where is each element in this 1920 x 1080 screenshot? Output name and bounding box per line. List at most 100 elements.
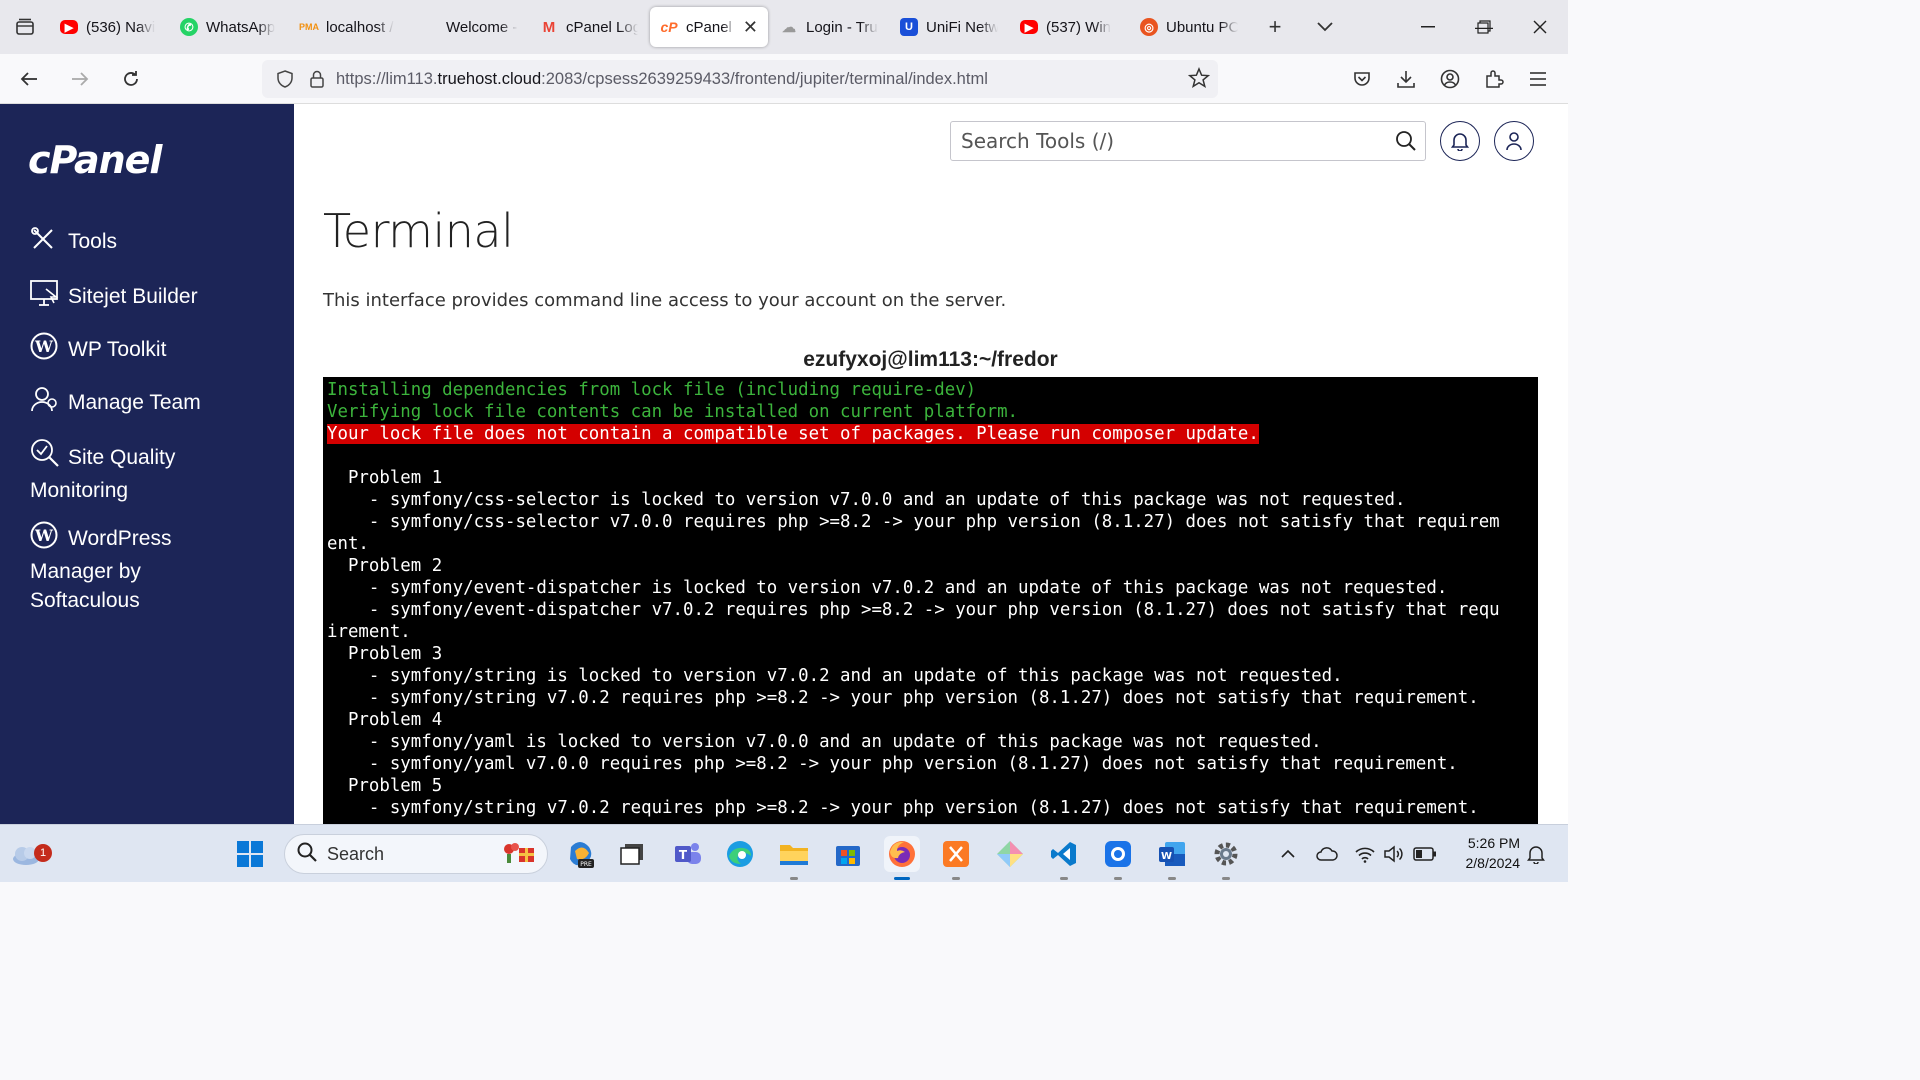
windows-start-icon[interactable] [232, 836, 268, 872]
vscode-icon[interactable] [1046, 836, 1082, 880]
cpanel-sidebar: cPanel Tools Sitejet Builder W WP Toolki… [0, 104, 294, 824]
file-explorer-icon[interactable] [776, 836, 812, 880]
svg-text:PRE: PRE [580, 861, 592, 868]
tab-unifi[interactable]: U UniFi Netw [890, 7, 1008, 47]
tab-gmail[interactable]: M cPanel Log [530, 7, 648, 47]
hamburger-menu-icon[interactable] [1516, 57, 1560, 101]
whatsapp-icon: ✆ [180, 18, 198, 36]
terminal-line: irement. [327, 621, 1534, 643]
tab-phpmyadmin[interactable]: PMA localhost / [290, 7, 408, 47]
taskbar-search-box[interactable]: Search [284, 834, 548, 874]
onedrive-cloud-icon[interactable] [1309, 836, 1345, 872]
tab-ubuntu[interactable]: ◎ Ubuntu PC [1130, 7, 1248, 47]
sidebar-item-wordpress-manager[interactable]: W WordPress Manager by Softaculous [30, 521, 280, 615]
task-view-icon[interactable] [614, 836, 650, 872]
close-window-icon[interactable] [1512, 0, 1568, 54]
terminal-line-text: Problem 4 [327, 710, 443, 730]
tab-whatsapp[interactable]: ✆ WhatsApp [170, 7, 288, 47]
sidebar-item-tools[interactable]: Tools [30, 226, 280, 260]
minimize-window-icon[interactable] [1400, 0, 1456, 54]
copilot-preview-icon[interactable]: PRE [562, 836, 598, 872]
tab-laravel[interactable]: Welcome - La [410, 7, 528, 47]
clock-time: 5:26 PM [1467, 835, 1520, 851]
main-content: Search Tools (/) Terminal This interface… [294, 104, 1568, 824]
sidebar-item-label: Tools [68, 230, 118, 253]
word-icon[interactable]: W [1154, 836, 1190, 880]
tools-icon [30, 226, 60, 260]
terminal-line-text: Installing dependencies from lock file (… [327, 380, 977, 400]
terminal-line: - symfony/css-selector v7.0.0 requires p… [327, 511, 1534, 533]
sidebar-item-site-quality-monitoring[interactable]: Site Quality Monitoring [30, 438, 280, 505]
notification-center-bell-icon[interactable] [1518, 836, 1554, 872]
forward-arrow-icon[interactable] [58, 57, 102, 101]
site-quality-icon [30, 438, 60, 476]
sidebar-item-sitejet-builder[interactable]: Sitejet Builder [30, 279, 280, 315]
reload-icon[interactable] [109, 57, 153, 101]
gmail-icon: M [542, 18, 556, 36]
ubuntu-icon: ◎ [1140, 18, 1158, 36]
firefox-icon[interactable] [884, 836, 920, 880]
tracking-protection-shield-icon[interactable] [272, 70, 298, 88]
extensions-puzzle-icon[interactable] [1472, 57, 1516, 101]
terminal-line: - symfony/css-selector is locked to vers… [327, 489, 1534, 511]
tab-overview-icon[interactable] [0, 0, 50, 54]
account-icon[interactable] [1428, 57, 1472, 101]
terminal-output[interactable]: Installing dependencies from lock file (… [323, 377, 1538, 824]
cloud-icon: ☁ [782, 18, 796, 35]
tab-youtube-1[interactable]: ▶ (536) Navi [50, 7, 168, 47]
pocket-icon[interactable] [1340, 57, 1384, 101]
list-all-tabs-chevron-icon[interactable] [1300, 0, 1350, 54]
page-description: This interface provides command line acc… [323, 290, 1007, 311]
terminal-line: - symfony/yaml is locked to version v7.0… [327, 731, 1534, 753]
terminal-line: - symfony/string is locked to version v7… [327, 665, 1534, 687]
weather-widget-icon[interactable]: 1 [8, 836, 52, 872]
terminal-line-text [327, 446, 337, 466]
terminal-line-text: Problem 2 [327, 556, 443, 576]
search-icon[interactable] [1395, 130, 1417, 157]
terminal-line-text: Problem 3 [327, 644, 443, 664]
lock-icon[interactable] [304, 70, 330, 88]
sidebar-item-manage-team[interactable]: Manage Team [30, 385, 280, 421]
sidebar-item-label-line3: Softaculous [30, 589, 140, 612]
taskbar-search-label: Search [327, 843, 385, 864]
terminal-line-text: - symfony/string v7.0.2 requires php >=8… [327, 688, 1479, 708]
notifications-bell-icon[interactable] [1440, 121, 1480, 161]
downloads-icon[interactable] [1384, 57, 1428, 101]
close-tab-icon[interactable]: ✕ [743, 17, 758, 38]
youtube-icon: ▶ [60, 20, 78, 34]
edge-browser-icon[interactable] [722, 836, 758, 872]
new-tab-plus-icon[interactable]: + [1250, 0, 1300, 54]
settings-gear-icon[interactable] [1208, 836, 1244, 880]
terminal-line: - symfony/yaml v7.0.0 requires php >=8.2… [327, 753, 1534, 775]
svg-text:T: T [679, 848, 688, 862]
tab-youtube-2[interactable]: ▶ (537) Win [1010, 7, 1128, 47]
teams-icon[interactable]: T [670, 836, 706, 872]
cpanel-icon: cP [660, 19, 678, 35]
back-arrow-icon[interactable] [7, 57, 51, 101]
xampp-icon[interactable] [938, 836, 974, 880]
search-tools-input[interactable]: Search Tools (/) [950, 121, 1426, 161]
microsoft-store-icon[interactable] [830, 836, 866, 872]
bookmark-star-icon[interactable] [1187, 67, 1211, 94]
notification-badge: 1 [34, 844, 52, 862]
show-hidden-icons-chevron-icon[interactable] [1270, 836, 1306, 872]
user-profile-icon[interactable] [1494, 121, 1534, 161]
tab-cpanel-active[interactable]: cP cPanel - ✕ [650, 7, 768, 47]
team-icon [30, 385, 60, 421]
address-bar[interactable]: https://lim113. truehost.cloud:2083/cpses… [262, 60, 1218, 98]
restore-window-icon[interactable] [1456, 0, 1512, 54]
battery-icon[interactable] [1407, 836, 1443, 872]
terminal-line: Problem 4 [327, 709, 1534, 731]
screen-recorder-icon[interactable] [1100, 836, 1136, 880]
sidebar-item-wp-toolkit[interactable]: W WP Toolkit [30, 332, 280, 368]
cpanel-logo[interactable]: cPanel [28, 138, 162, 182]
windows-taskbar: 1 Search PRE T W 5:26 PM 2/8/2024 [0, 824, 1568, 882]
terminal-line-text: irement. [327, 622, 411, 642]
tab-login-truehost[interactable]: ☁ Login - Tru [770, 7, 888, 47]
sidebar-item-label-line2: Manager by [30, 560, 141, 583]
search-placeholder: Search Tools (/) [961, 129, 1115, 153]
app-launcher-diamond-icon[interactable] [992, 836, 1028, 872]
taskbar-clock[interactable]: 5:26 PM 2/8/2024 [1466, 833, 1521, 873]
terminal-line: - symfony/event-dispatcher is locked to … [327, 577, 1534, 599]
phpmyadmin-icon: PMA [299, 22, 319, 32]
